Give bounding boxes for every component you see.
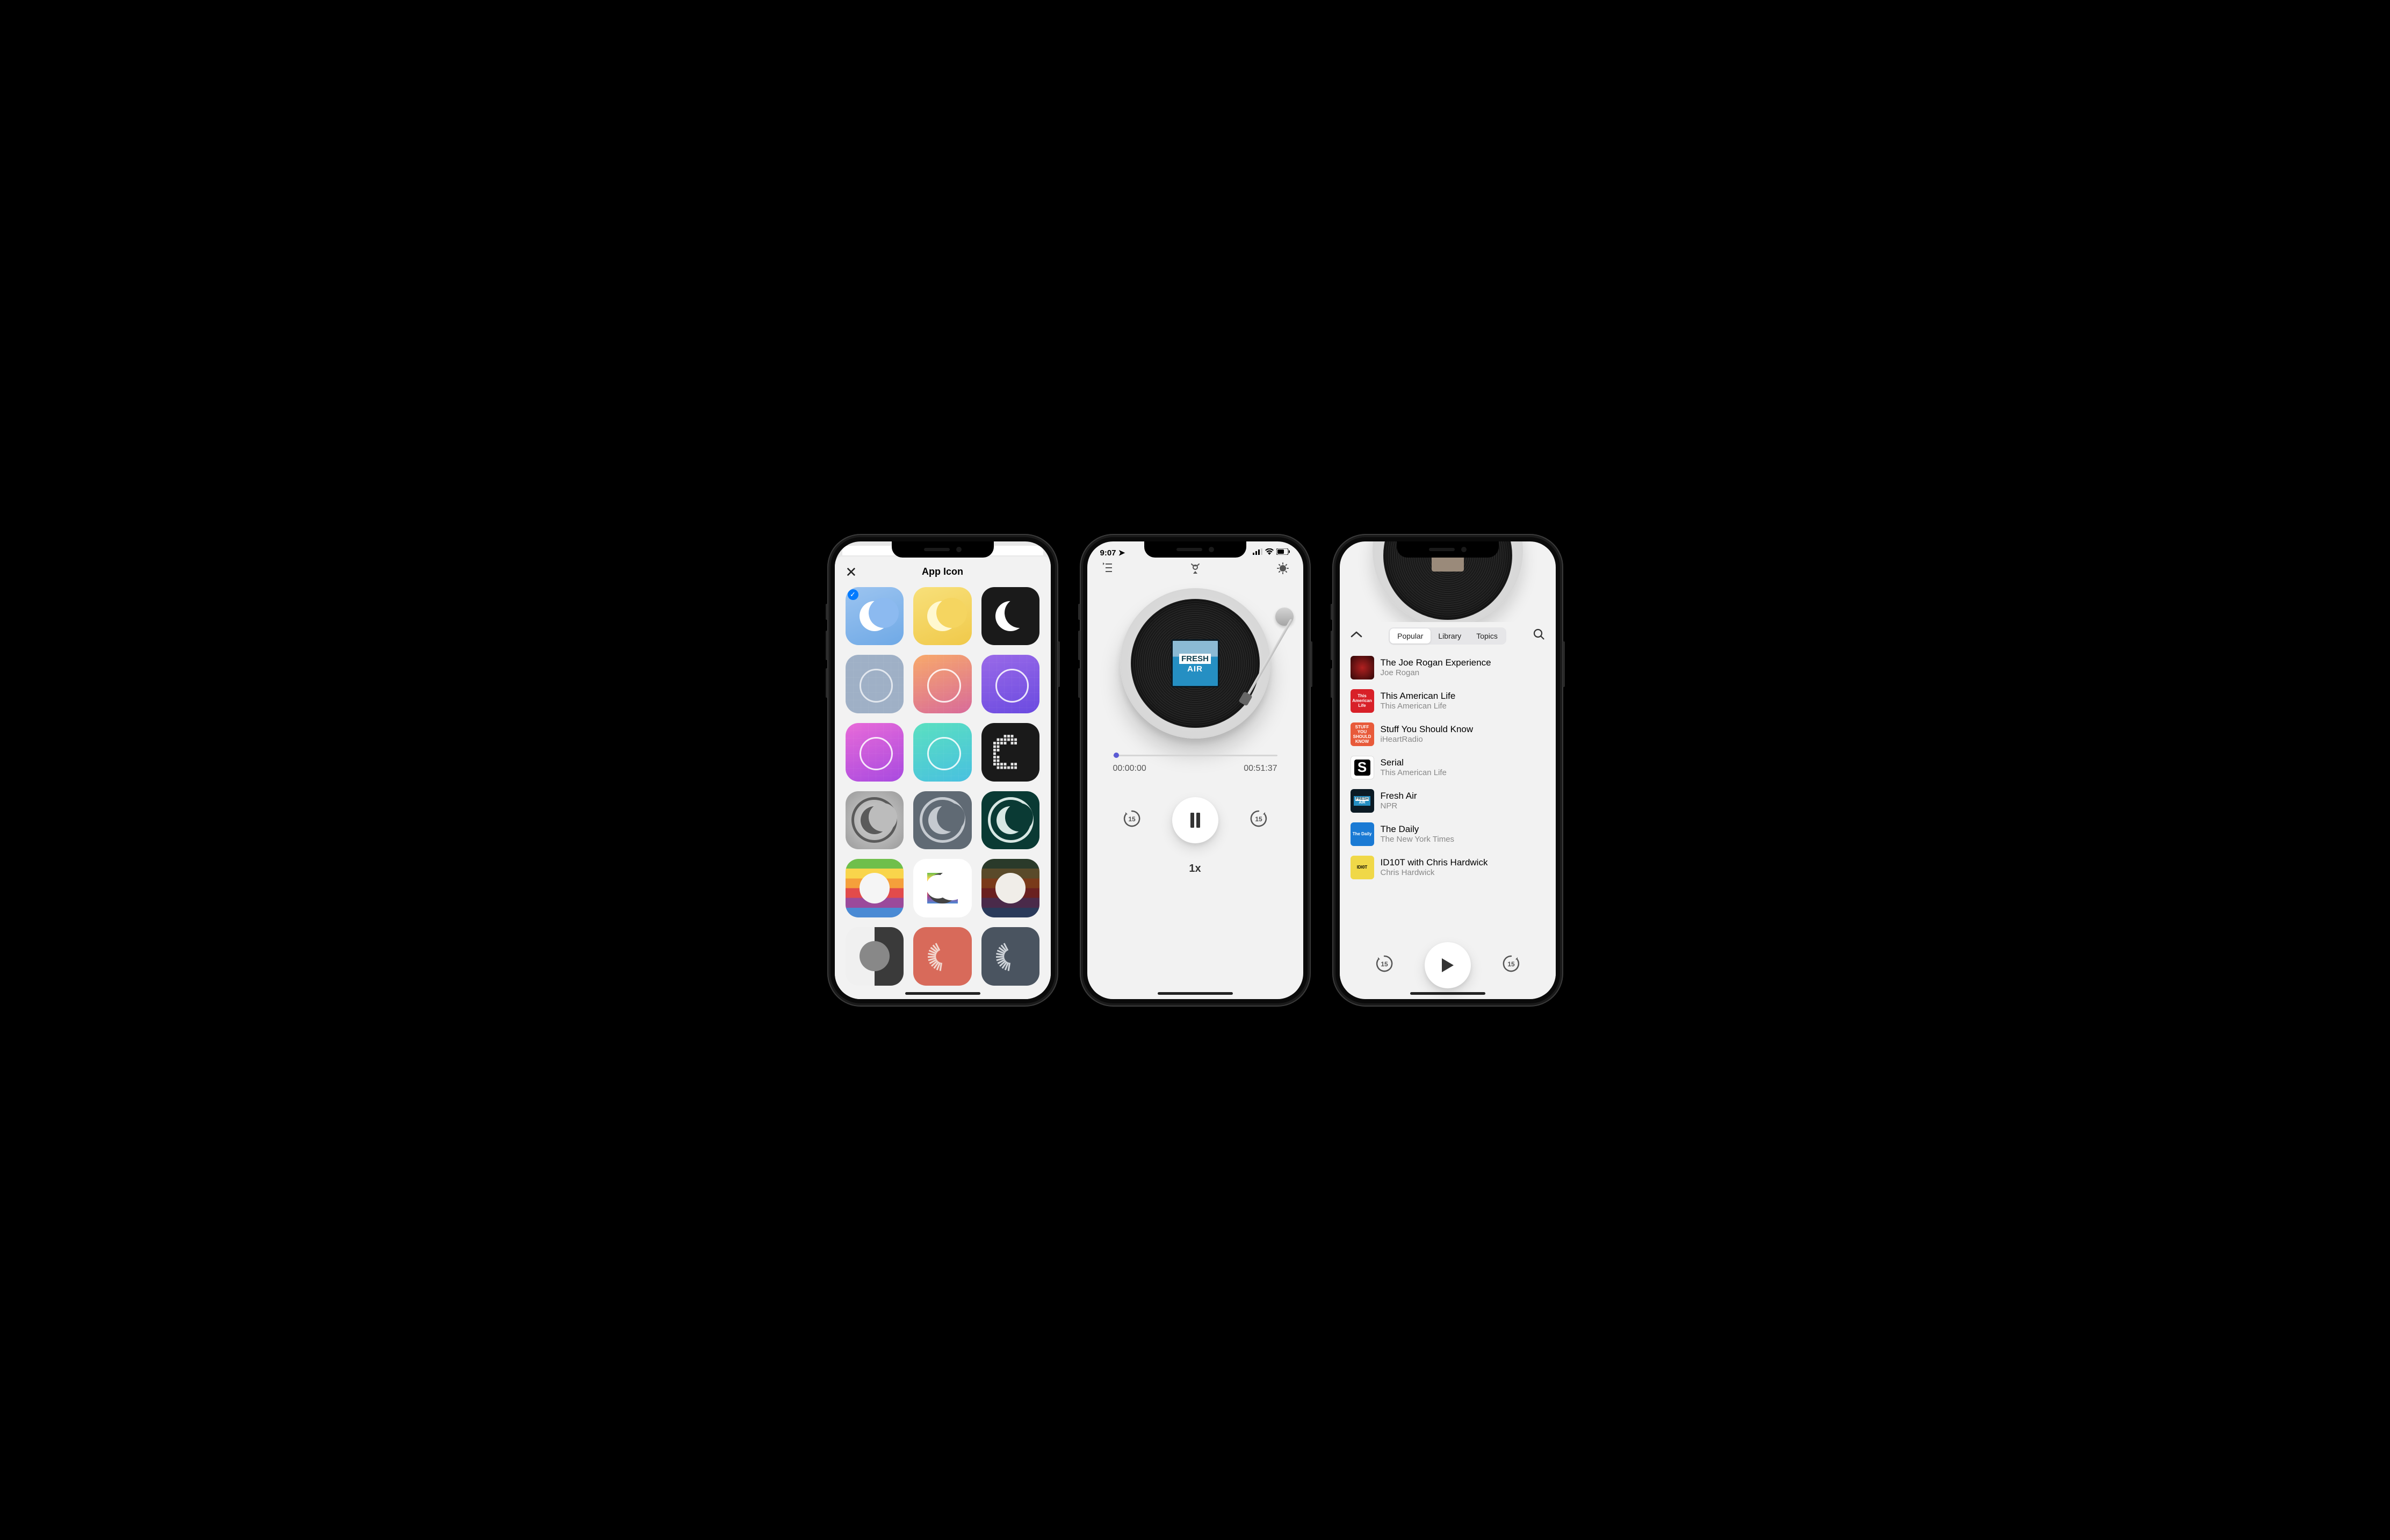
status-time: 9:07 [1100,548,1116,558]
segment-control: PopularLibraryTopics [1389,627,1506,645]
turntable: FRESH AIR [1087,577,1303,755]
icon-ring-teal[interactable] [981,791,1040,850]
podcast-artwork: This American Life [1351,689,1374,713]
location-icon: ➤ [1118,548,1125,558]
sheet-title: App Icon [922,566,963,577]
tab-popular[interactable]: Popular [1390,628,1431,644]
app-icon-sheet: ✕ App Icon ✓ [835,556,1051,999]
icon-grid: ✓ [835,585,1051,996]
skip-forward-button[interactable]: 15 [1501,953,1521,977]
icon-pixel-black[interactable] [981,723,1040,782]
icon-striped-slate[interactable] [981,927,1040,986]
podcast-title: ID10T with Chris Hardwick [1381,857,1488,868]
theme-icon[interactable] [1276,562,1289,577]
notch [892,541,994,558]
podcast-row[interactable]: IDI0T ID10T with Chris HardwickChris Hard… [1340,851,1556,884]
vinyl-record[interactable]: FRESH AIR [1131,599,1260,728]
podcast-title: The Joe Rogan Experience [1381,657,1491,668]
podcast-publisher: This American Life [1381,702,1456,711]
podcast-publisher: Chris Hardwick [1381,868,1488,877]
podcast-list: The Joe Rogan ExperienceJoe RoganThis Am… [1340,648,1556,887]
wifi-icon [1265,548,1274,557]
icon-outline-purple[interactable] [981,655,1040,713]
queue-icon[interactable] [1101,562,1114,577]
podcast-artwork [1351,656,1374,679]
podcast-artwork: FRESHAIR [1351,789,1374,813]
icon-ring-slate[interactable] [913,791,972,850]
notch [1397,541,1499,558]
icon-soft-blue[interactable]: ✓ [846,587,904,646]
pause-button[interactable] [1172,797,1218,843]
home-indicator[interactable] [905,992,980,995]
podcast-title: Serial [1381,757,1447,768]
icon-outline-magenta[interactable] [846,723,904,782]
svg-text:15: 15 [1128,815,1136,823]
icon-outline-gray[interactable] [846,655,904,713]
expand-button[interactable] [1351,631,1362,641]
tab-topics[interactable]: Topics [1469,628,1505,644]
tab-library[interactable]: Library [1431,628,1469,644]
podcast-artwork: IDI0T [1351,856,1374,879]
close-button[interactable]: ✕ [846,564,857,581]
podcast-publisher: NPR [1381,801,1417,811]
phone-1: ✕ App Icon ✓ [827,534,1058,1007]
podcast-artwork: STUFF YOU SHOULD KNOW [1351,722,1374,746]
podcast-publisher: This American Life [1381,768,1447,777]
icon-striped-red[interactable] [913,927,972,986]
svg-text:15: 15 [1507,960,1515,968]
icon-black[interactable] [981,587,1040,646]
notch [1144,541,1246,558]
podcast-title: Stuff You Should Know [1381,724,1474,735]
skip-back-button[interactable]: 15 [1122,808,1142,832]
podcast-artwork: S [1351,756,1374,779]
svg-text:15: 15 [1381,960,1388,968]
icon-outline-sunset[interactable] [913,655,972,713]
podcast-title: This American Life [1381,691,1456,702]
podcast-title: Fresh Air [1381,791,1417,801]
selected-badge: ✓ [848,589,858,600]
icon-rainbow-white[interactable] [913,859,972,917]
time-elapsed: 00:00:00 [1113,764,1146,773]
play-button[interactable] [1425,942,1471,988]
speed-button[interactable]: 1x [1087,863,1303,875]
podcast-publisher: Joe Rogan [1381,668,1491,677]
podcast-row[interactable]: FRESHAIR Fresh AirNPR [1340,784,1556,818]
search-button[interactable] [1533,628,1545,643]
airplay-icon[interactable] [1188,562,1202,577]
mini-player: 15 15 [1340,921,1556,988]
battery-icon [1276,548,1290,557]
icon-outline-teal[interactable] [913,723,972,782]
icon-yellow[interactable] [913,587,972,646]
podcast-title: The Daily [1381,824,1455,835]
icon-ring-gray[interactable] [846,791,904,850]
home-indicator[interactable] [1410,992,1485,995]
podcast-publisher: The New York Times [1381,835,1455,844]
time-total: 00:51:37 [1244,764,1277,773]
podcast-row[interactable]: The DailyThe DailyThe New York Times [1340,818,1556,851]
phone-2: 9:07 ➤ [1080,534,1311,1007]
podcast-row[interactable]: S SerialThis American Life [1340,751,1556,784]
album-art: FRESH AIR [1171,639,1219,688]
skip-forward-button[interactable]: 15 [1248,808,1269,832]
podcast-row[interactable]: This American LifeThis American LifeThis… [1340,684,1556,718]
icon-rainbow-light[interactable] [846,859,904,917]
podcast-publisher: iHeartRadio [1381,735,1474,744]
progress-slider[interactable] [1113,755,1277,756]
home-indicator[interactable] [1158,992,1233,995]
phone-3: PopularLibraryTopics The Joe Rogan Exper… [1332,534,1563,1007]
icon-rainbow-dark[interactable] [981,859,1040,917]
svg-text:15: 15 [1255,815,1262,823]
podcast-row[interactable]: The Joe Rogan ExperienceJoe Rogan [1340,651,1556,684]
podcast-row[interactable]: STUFF YOU SHOULD KNOW Stuff You Should Kn… [1340,718,1556,751]
podcast-artwork: The Daily [1351,822,1374,846]
skip-back-button[interactable]: 15 [1374,953,1395,977]
signal-icon [1253,548,1262,557]
icon-split-gray[interactable] [846,927,904,986]
